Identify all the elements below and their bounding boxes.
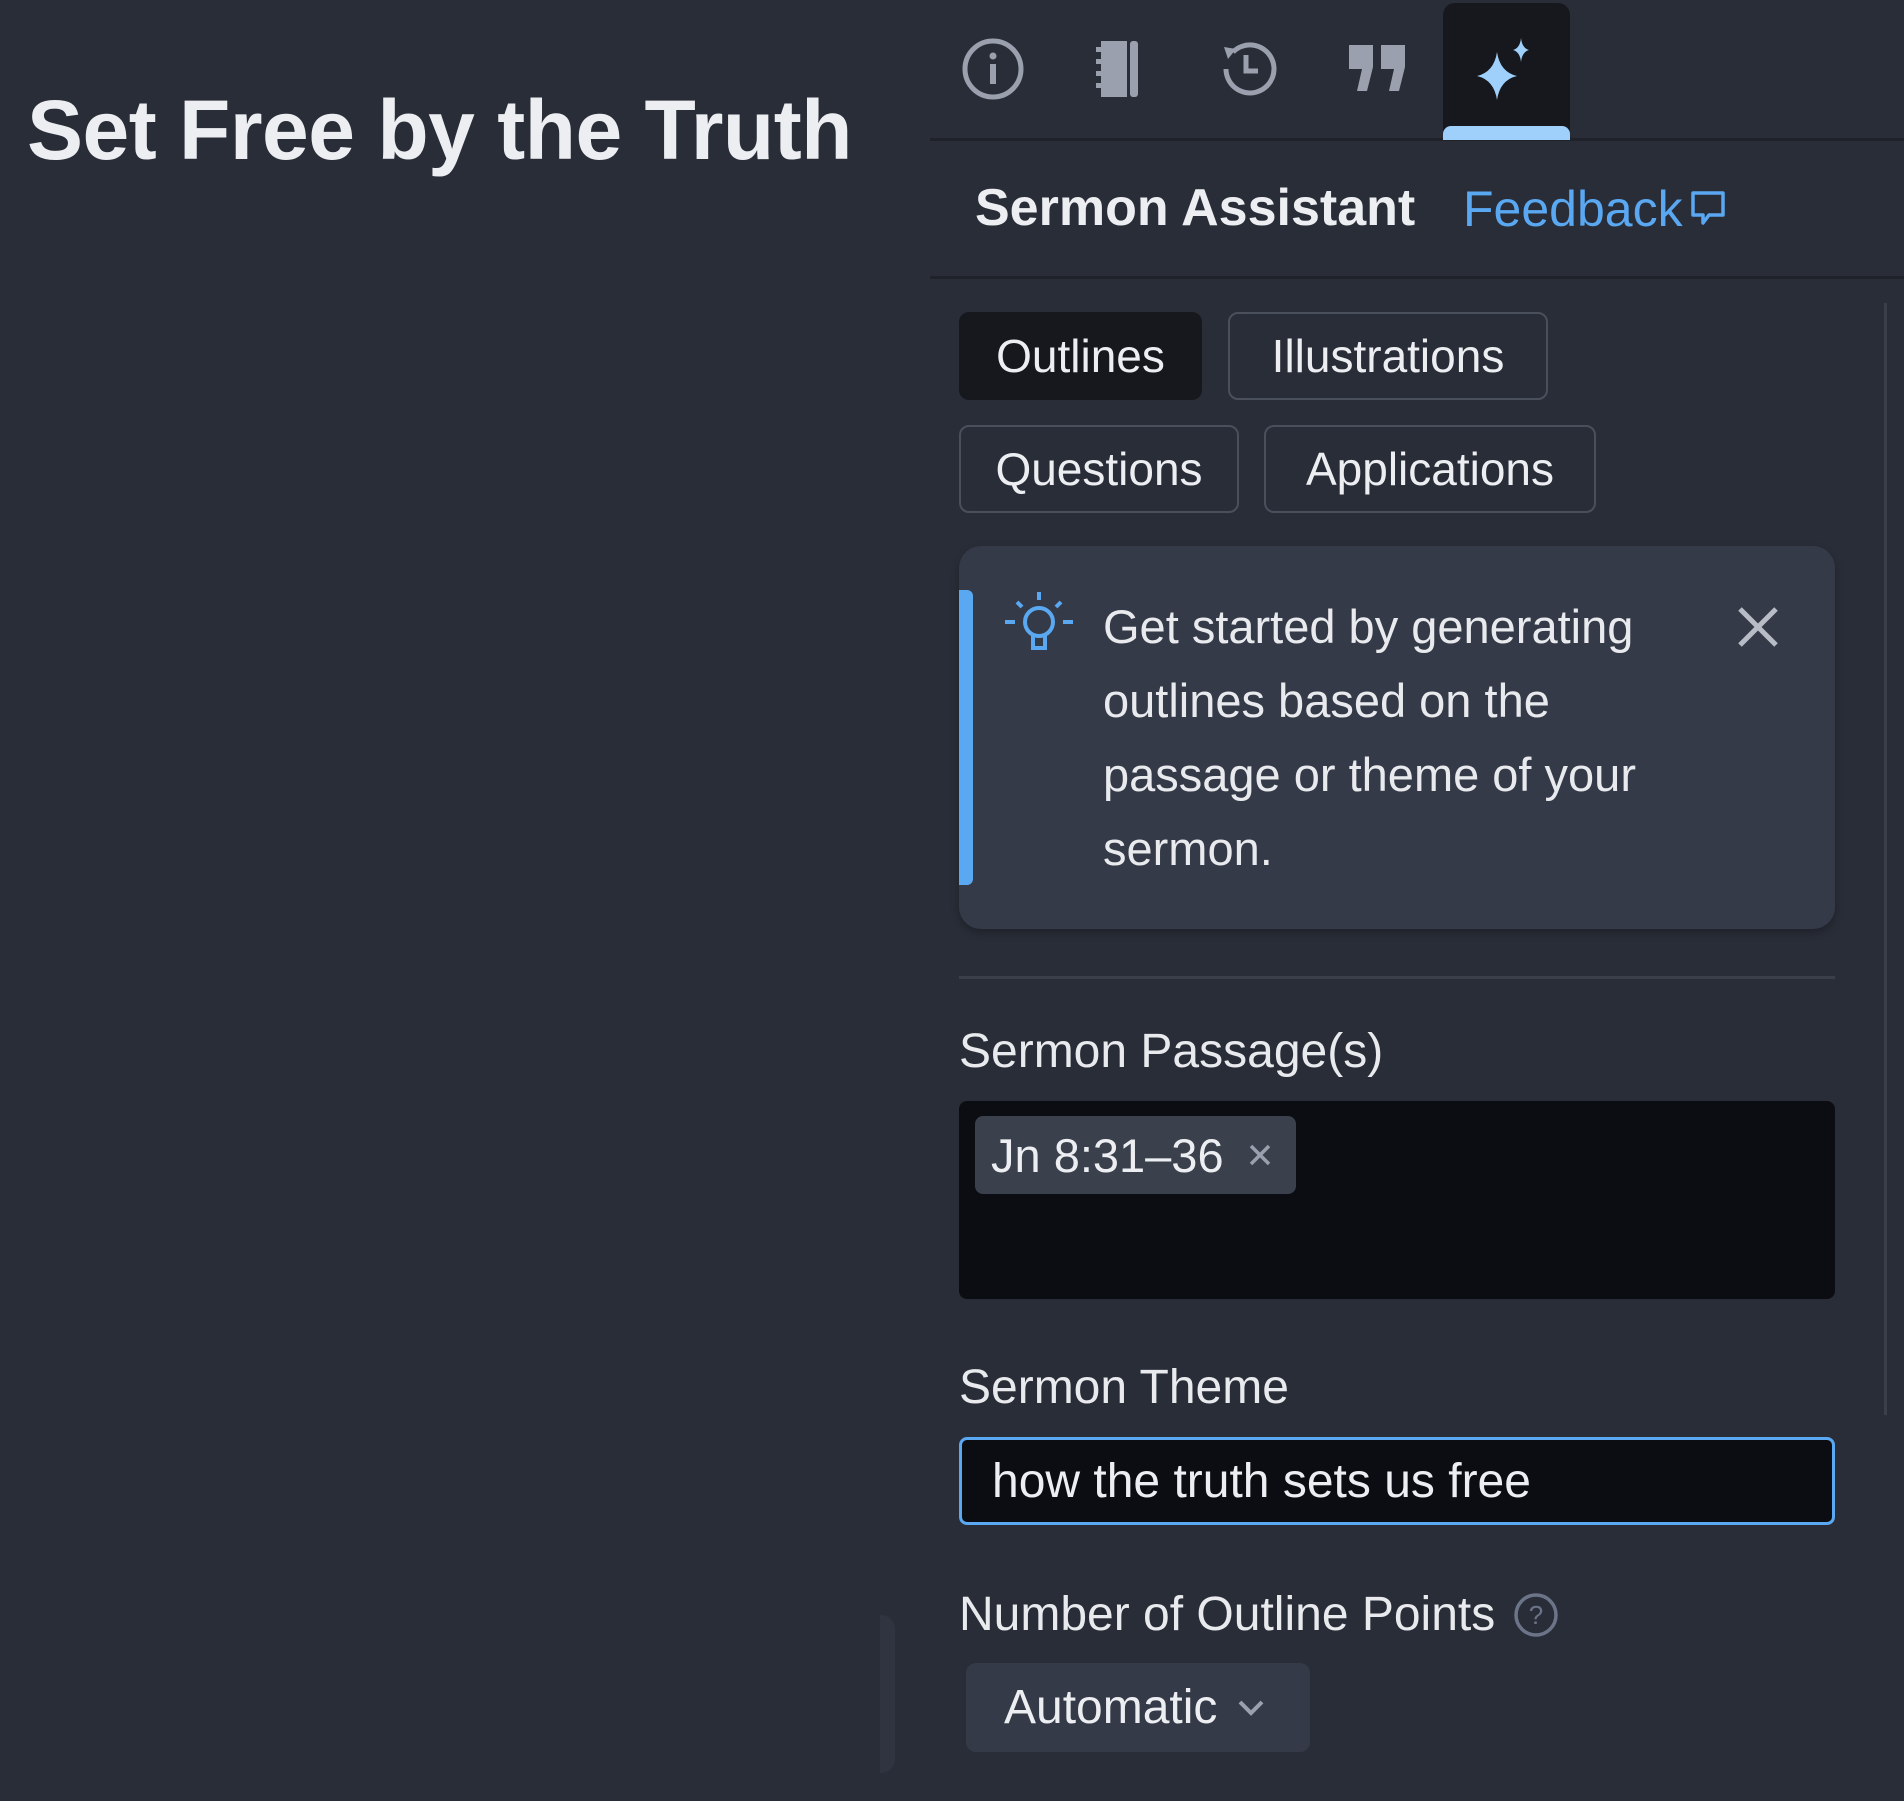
- divider: [930, 276, 1904, 279]
- info-icon: [962, 38, 1024, 100]
- comment-icon: [1690, 191, 1725, 225]
- tab-quotes[interactable]: [1338, 30, 1416, 108]
- tip-card: Get started by generating outlines based…: [959, 546, 1835, 929]
- tip-text: Get started by generating outlines based…: [1103, 600, 1636, 875]
- mode-applications[interactable]: Applications: [1264, 425, 1596, 513]
- outline-points-label-row: Number of Outline Points ?: [959, 1587, 1559, 1642]
- tab-notes[interactable]: [1081, 30, 1159, 108]
- svg-text:?: ?: [1529, 1600, 1543, 1630]
- history-icon: [1223, 42, 1277, 96]
- feedback-link[interactable]: Feedback: [1463, 180, 1727, 238]
- mode-questions[interactable]: Questions: [959, 425, 1239, 513]
- notebook-icon: [1096, 41, 1138, 97]
- panel-scrollbar[interactable]: [1884, 303, 1887, 1415]
- outline-points-value: Automatic: [1004, 1681, 1218, 1734]
- outline-points-select[interactable]: Automatic: [966, 1663, 1310, 1752]
- tab-sermon-assistant[interactable]: [1467, 30, 1545, 108]
- passage-chip-label: Jn 8:31–36: [991, 1128, 1224, 1182]
- theme-label: Sermon Theme: [959, 1361, 1289, 1414]
- document-title[interactable]: Set Free by the Truth: [27, 82, 853, 179]
- quote-icon: [1349, 45, 1405, 91]
- sparkle-icon: [1477, 38, 1529, 100]
- feedback-label: Feedback: [1463, 181, 1683, 237]
- tab-history[interactable]: [1209, 30, 1287, 108]
- passage-chip: Jn 8:31–36: [975, 1116, 1296, 1194]
- tab-active-indicator: [1443, 126, 1570, 140]
- help-icon[interactable]: ?: [1513, 1592, 1559, 1638]
- outline-points-label: Number of Outline Points: [959, 1588, 1496, 1641]
- divider: [930, 138, 1904, 141]
- chevron-down-icon: [1239, 1700, 1264, 1716]
- tab-info[interactable]: [954, 30, 1032, 108]
- panel-title: Sermon Assistant: [975, 179, 1416, 237]
- tip-accent-bar: [959, 590, 973, 885]
- panel-resize-handle[interactable]: [880, 1615, 895, 1773]
- lightbulb-icon: [1005, 592, 1073, 650]
- mode-illustrations[interactable]: Illustrations: [1228, 312, 1548, 400]
- divider: [959, 976, 1835, 979]
- close-icon[interactable]: [1735, 604, 1781, 650]
- mode-outlines[interactable]: Outlines: [959, 312, 1202, 400]
- passage-label: Sermon Passage(s): [959, 1025, 1384, 1078]
- theme-input[interactable]: [959, 1437, 1835, 1525]
- remove-chip-icon[interactable]: [1248, 1143, 1272, 1167]
